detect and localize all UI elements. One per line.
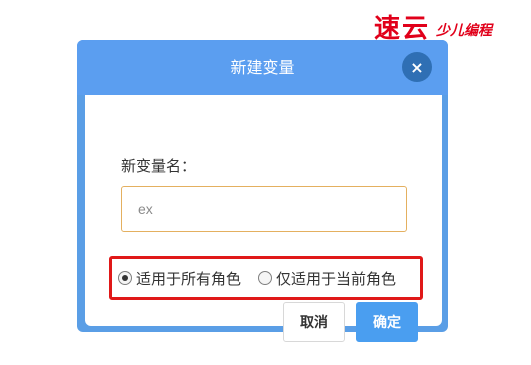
radio-this-sprite-only[interactable]: 仅适用于当前角色 [258, 259, 396, 297]
radio-unchecked-icon [258, 271, 272, 285]
new-variable-dialog: 新建变量 × 新变量名： 适用于所有角色 仅适用于当前角色 取消 确定 [77, 40, 448, 342]
watermark-logo: 速云 少儿编程 [370, 4, 530, 44]
radio-all-sprites[interactable]: 适用于所有角色 [118, 259, 241, 297]
scope-options-highlight: 适用于所有角色 仅适用于当前角色 [109, 256, 423, 300]
close-button[interactable]: × [402, 52, 432, 82]
radio-checked-icon [118, 271, 132, 285]
variable-name-label: 新变量名： [121, 157, 197, 175]
dialog-title: 新建变量 [230, 58, 295, 77]
close-icon: × [410, 57, 424, 77]
dialog-body: 新变量名： 适用于所有角色 仅适用于当前角色 取消 确定 [85, 95, 442, 342]
radio-all-sprites-label: 适用于所有角色 [136, 269, 242, 288]
confirm-button[interactable]: 确定 [356, 302, 418, 342]
dialog-header: 新建变量 × [77, 40, 448, 95]
cancel-button[interactable]: 取消 [283, 302, 345, 342]
radio-this-sprite-label: 仅适用于当前角色 [276, 269, 397, 288]
watermark-subtitle: 少儿编程 [436, 23, 492, 39]
variable-name-input[interactable] [121, 186, 407, 232]
